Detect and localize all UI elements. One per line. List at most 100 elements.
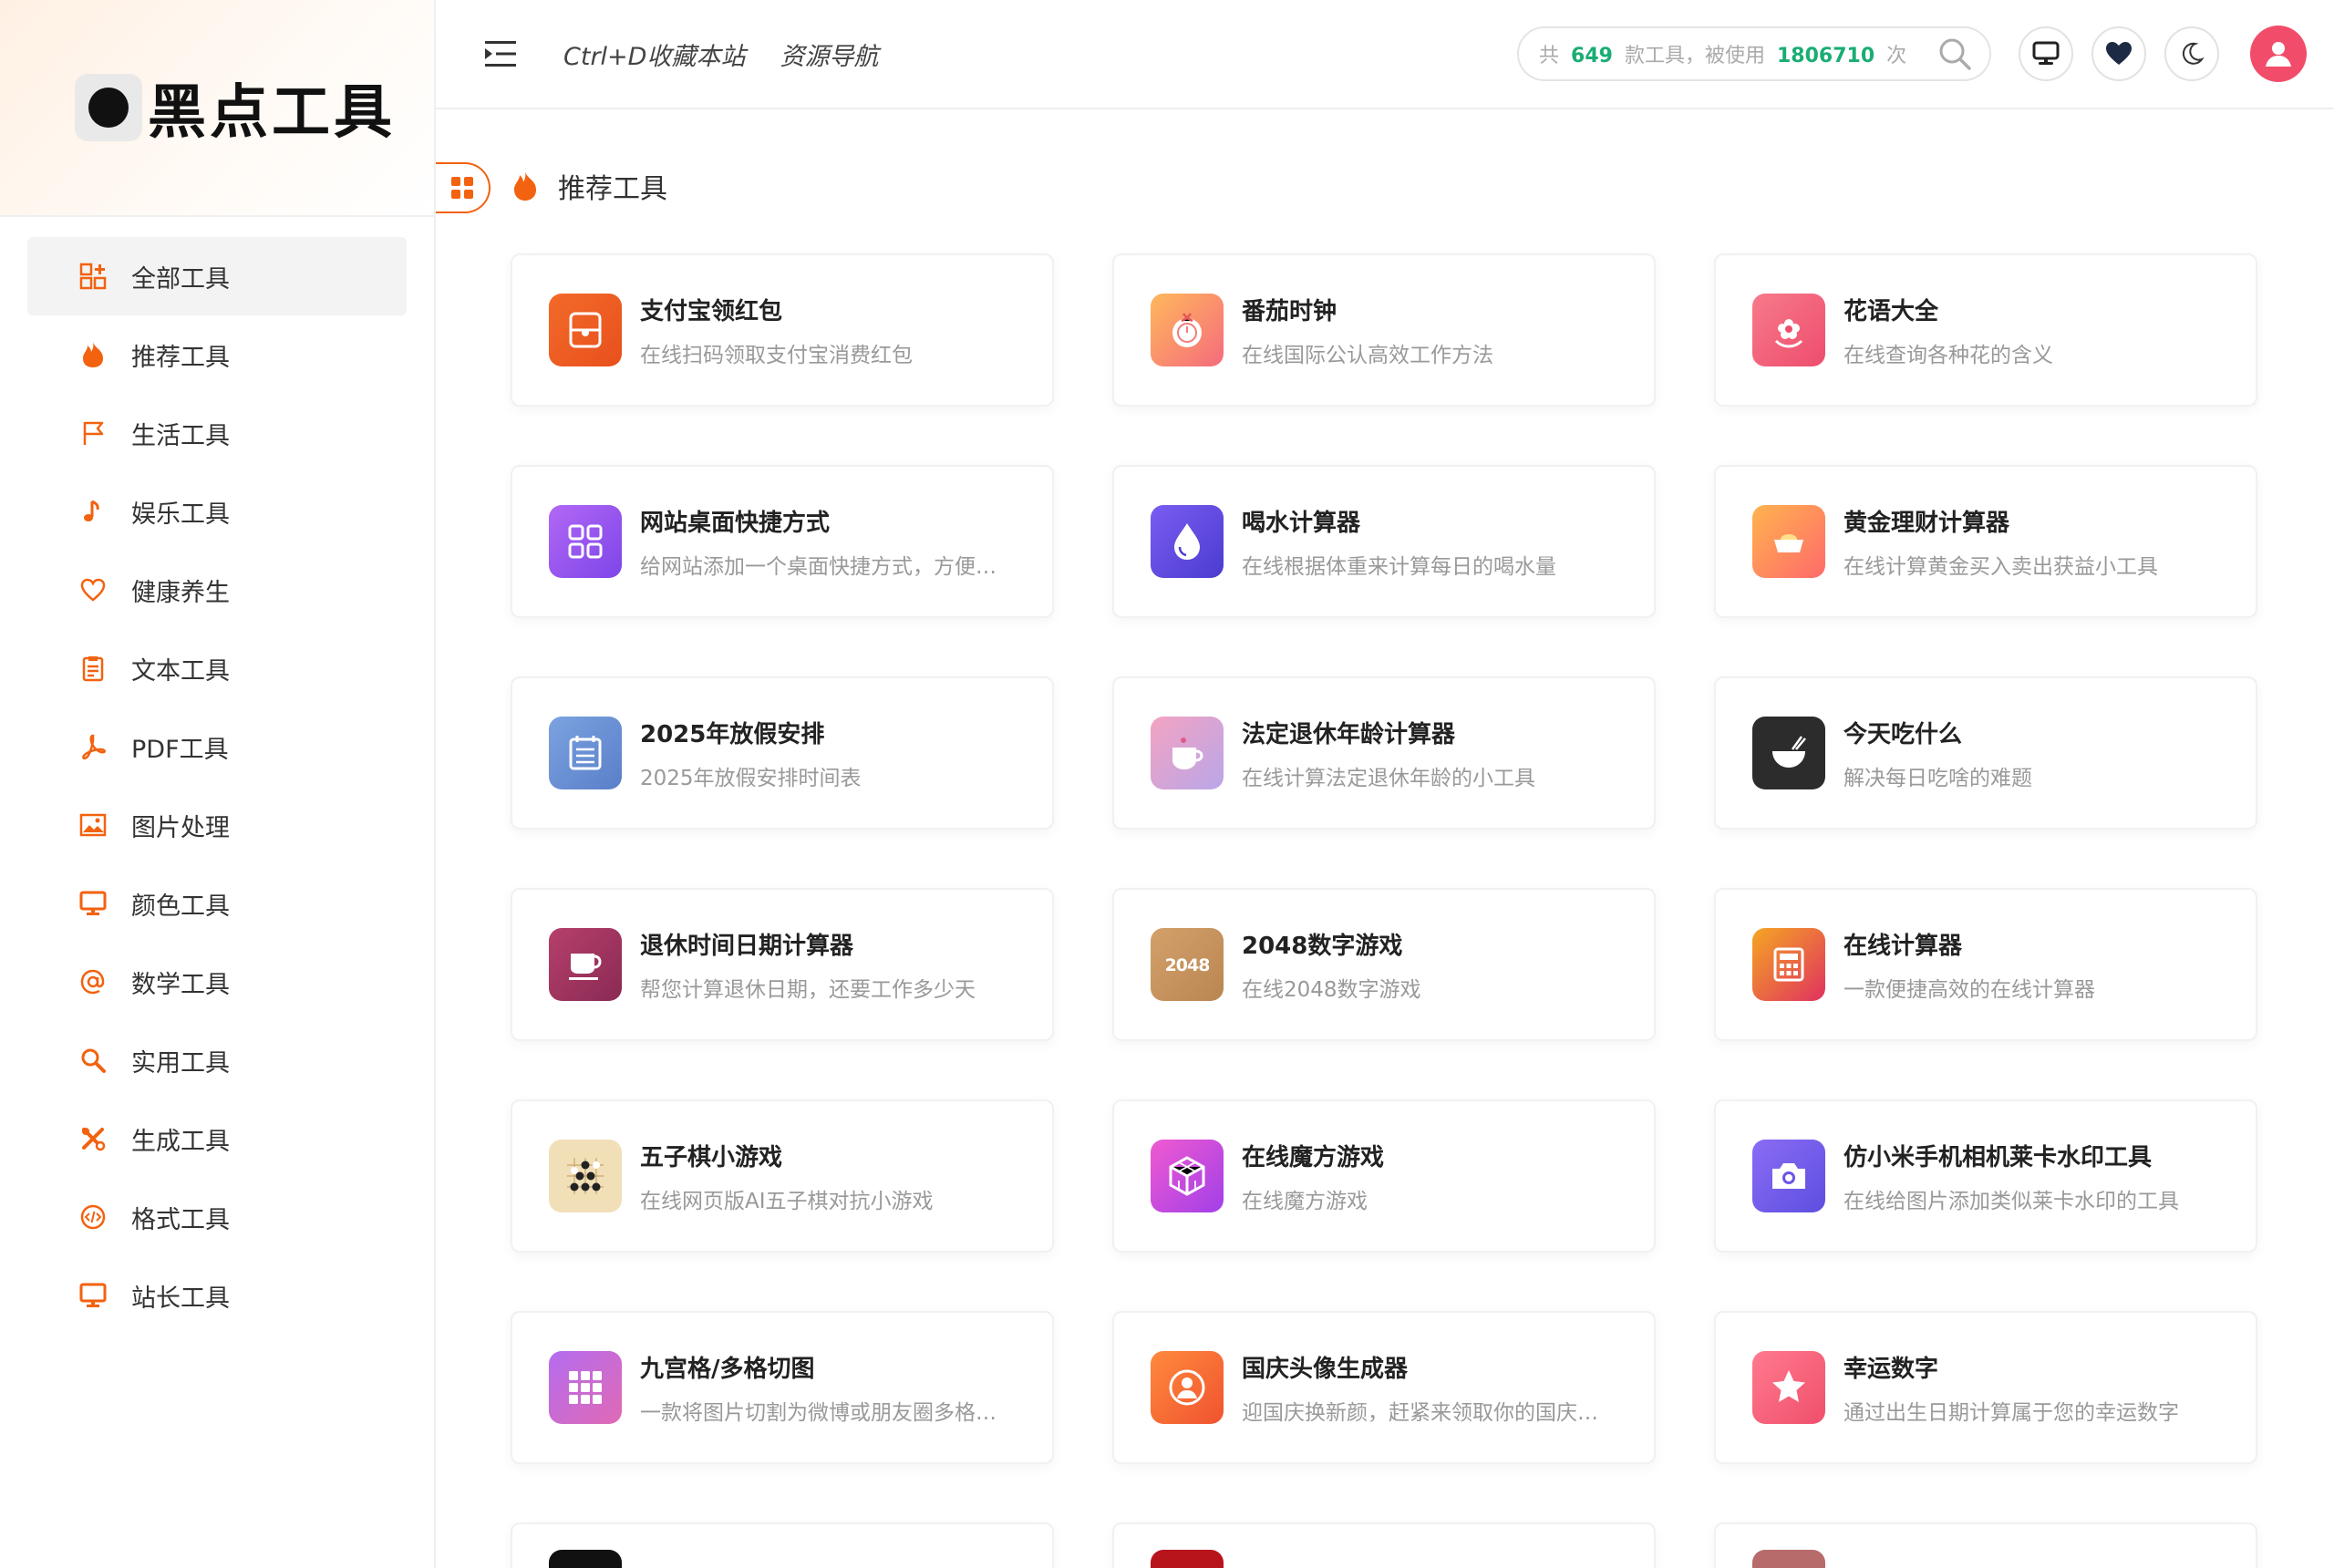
bowl-icon (1752, 717, 1825, 789)
pdf-icon (78, 732, 108, 761)
tool-card-body: 花语大全 在线查询各种花的含义 (1843, 293, 2256, 368)
sidebar-item[interactable]: 颜色工具 (27, 864, 407, 943)
code-icon (78, 1202, 108, 1232)
sidebar-item[interactable]: PDF工具 (27, 707, 407, 786)
favorite-button[interactable] (2091, 26, 2146, 81)
grid-icon (451, 177, 473, 199)
tools-icon (78, 1124, 108, 1153)
header-actions: 共 649 款工具，被使用 1806710 次 (1517, 26, 2307, 82)
tool-title: 黄金理财计算器 (1843, 509, 2010, 537)
sidebar-item[interactable]: 推荐工具 (27, 315, 407, 394)
tool-card[interactable]: 仿小米手机相机莱卡水印工具 在线给图片添加类似莱卡水印的工具 (1714, 1099, 2257, 1253)
tool-card[interactable]: 黄金理财计算器在线计算黄金买入卖出获益小工具 (1714, 465, 2257, 618)
tool-description: 给网站添加一个桌面快捷方式，方便快速访问 (640, 554, 1016, 579)
sidebar-item[interactable]: 数学工具 (27, 943, 407, 1021)
tool-description: 迎国庆换新颜，赶紧来领取你的国庆头像吧 (1242, 1400, 1617, 1425)
sidebar-item[interactable]: 生成工具 (27, 1099, 407, 1178)
tool-card[interactable]: 在线魔方游戏 在线魔方游戏 (1112, 1099, 1656, 1253)
tool-card[interactable] (1112, 1522, 1656, 1568)
tool-card[interactable]: 网站桌面快捷方式给网站添加一个桌面快捷方式，方便快速访问 (511, 465, 1054, 618)
tool-card-body: 法定退休年龄计算器 在线计算法定退休年龄的小工具 (1242, 716, 1654, 791)
cube-icon (1151, 1140, 1224, 1212)
sidebar-item[interactable]: 健康养生 (27, 551, 407, 629)
sidebar-item[interactable]: 文本工具 (27, 629, 407, 707)
resource-nav-link[interactable]: 资源导航 (780, 36, 878, 72)
tool-card[interactable]: 国庆头像生成器 迎国庆换新颜，赶紧来领取你的国庆头像吧 (1112, 1311, 1656, 1464)
shortcut-icon (549, 505, 622, 578)
tool-icon (1151, 1550, 1224, 1568)
fire-icon (514, 171, 536, 201)
music-note-icon (78, 497, 108, 526)
desktop-button[interactable] (2019, 26, 2073, 81)
sidebar-item[interactable]: 实用工具 (27, 1021, 407, 1099)
tool-icon (549, 1550, 622, 1568)
search-icon[interactable] (1936, 36, 1973, 72)
tool-title: 在线魔方游戏 (1242, 1143, 1385, 1171)
use-count: 1806710 (1776, 45, 1875, 67)
dark-mode-button[interactable] (2164, 26, 2219, 81)
gomoku-icon (549, 1140, 622, 1212)
tool-title: 五子棋小游戏 (640, 1143, 783, 1171)
heart-icon (2106, 42, 2132, 65)
sidebar: 黑点工具 全部工具推荐工具生活工具娱乐工具健康养生 文本工具 PDF工具 图片处理 颜色… (0, 0, 436, 1568)
image-icon (78, 810, 108, 840)
sidebar-item[interactable]: 生活工具 (27, 394, 407, 472)
tool-card-body: 今天吃什么解决每日吃啥的难题 (1843, 716, 2256, 791)
bookmark-hint-link[interactable]: Ctrl+D收藏本站 (563, 36, 745, 72)
section-header: 推荐工具 (511, 166, 667, 206)
tool-card[interactable]: 法定退休年龄计算器 在线计算法定退休年龄的小工具 (1112, 676, 1656, 830)
tool-title: 今天吃什么 (1843, 720, 1963, 748)
grid-plus-icon (78, 262, 108, 291)
tool-card[interactable]: 在线计算器 一款便捷高效的在线计算器 (1714, 888, 2257, 1041)
search-box[interactable]: 共 649 款工具，被使用 1806710 次 (1517, 26, 1991, 81)
user-avatar[interactable] (2250, 26, 2307, 82)
brand[interactable]: 黑点工具 (0, 0, 434, 217)
monitor-icon (78, 889, 108, 918)
calendar-icon (549, 717, 622, 789)
tool-card-body: 在线计算器 一款便捷高效的在线计算器 (1843, 927, 2256, 1003)
sidebar-item[interactable]: 站长工具 (27, 1256, 407, 1335)
sidebar-item-label: 娱乐工具 (131, 500, 230, 529)
tool-title: 幸运数字 (1843, 1355, 1939, 1383)
menu-toggle-button[interactable] (483, 36, 520, 72)
tool-card-body: 五子棋小游戏 在线网页版AI五子棋对抗小游戏 (640, 1139, 1052, 1214)
tool-card[interactable]: 九宫格/多格切图一款将图片切割为微博或朋友圈多格图片的工具 (511, 1311, 1054, 1464)
sidebar-item[interactable]: 娱乐工具 (27, 472, 407, 551)
sidebar-item-label: 站长工具 (131, 1284, 230, 1313)
tool-card-body: 喝水计算器 在线根据体重来计算每日的喝水量 (1242, 504, 1654, 580)
tool-card[interactable]: 喝水计算器 在线根据体重来计算每日的喝水量 (1112, 465, 1656, 618)
app-root: 黑点工具 全部工具 推荐工具 生活工具 娱乐工具 健康养生 文本工具 PDF工具 图片处理 颜色… (0, 0, 2334, 1568)
tool-card[interactable]: 幸运数字通过出生日期计算属于您的幸运数字 (1714, 1311, 2257, 1464)
logo-icon (75, 74, 142, 141)
monitor-icon (2032, 41, 2060, 65)
tool-card[interactable]: 2025年放假安排 2025年放假安排时间表 (511, 676, 1054, 830)
tool-card[interactable]: 番茄时钟 在线国际公认高效工作方法 (1112, 253, 1656, 407)
sidebar-item[interactable]: 格式工具 (27, 1178, 407, 1256)
grid-view-tab[interactable] (436, 162, 491, 213)
sidebar-item-label: 推荐工具 (131, 343, 230, 372)
tool-description: 通过出生日期计算属于您的幸运数字 (1843, 1400, 2179, 1425)
tool-description: 解决每日吃啥的难题 (1843, 766, 2032, 790)
tool-card-body: 番茄时钟 在线国际公认高效工作方法 (1242, 293, 1654, 368)
tool-card[interactable]: 五子棋小游戏 在线网页版AI五子棋对抗小游戏 (511, 1099, 1054, 1253)
sidebar-item[interactable]: 图片处理 (27, 786, 407, 864)
tool-card[interactable]: 退休时间日期计算器 帮您计算退休日期，还要工作多少天 (511, 888, 1054, 1041)
gold-icon (1752, 505, 1825, 578)
main-content: 推荐工具 支付宝领红包 在线扫码领取支付宝消费红包 番茄时钟 在线国际公认高效工作方法… (436, 109, 2334, 1568)
tool-card[interactable]: 花语大全 在线查询各种花的含义 (1714, 253, 2257, 407)
tool-description: 在线计算黄金买入卖出获益小工具 (1843, 554, 2158, 579)
tool-card[interactable]: 今天吃什么解决每日吃啥的难题 (1714, 676, 2257, 830)
fire-icon (78, 340, 108, 369)
tool-card[interactable]: 支付宝领红包 在线扫码领取支付宝消费红包 (511, 253, 1054, 407)
tool-title: 网站桌面快捷方式 (640, 509, 831, 537)
tool-title: 2048数字游戏 (1242, 932, 1403, 960)
tool-card-body: 黄金理财计算器在线计算黄金买入卖出获益小工具 (1843, 504, 2256, 580)
sidebar-item-label: 数学工具 (131, 970, 230, 999)
sidebar-item[interactable]: 全部工具 (27, 237, 407, 315)
tool-description: 在线2048数字游戏 (1242, 977, 1421, 1002)
tool-card[interactable]: 2048 2048数字游戏 在线2048数字游戏 (1112, 888, 1656, 1041)
flag-icon (78, 418, 108, 448)
moon-icon (2182, 42, 2205, 65)
tool-card[interactable] (511, 1522, 1054, 1568)
tool-card[interactable] (1714, 1522, 2257, 1568)
